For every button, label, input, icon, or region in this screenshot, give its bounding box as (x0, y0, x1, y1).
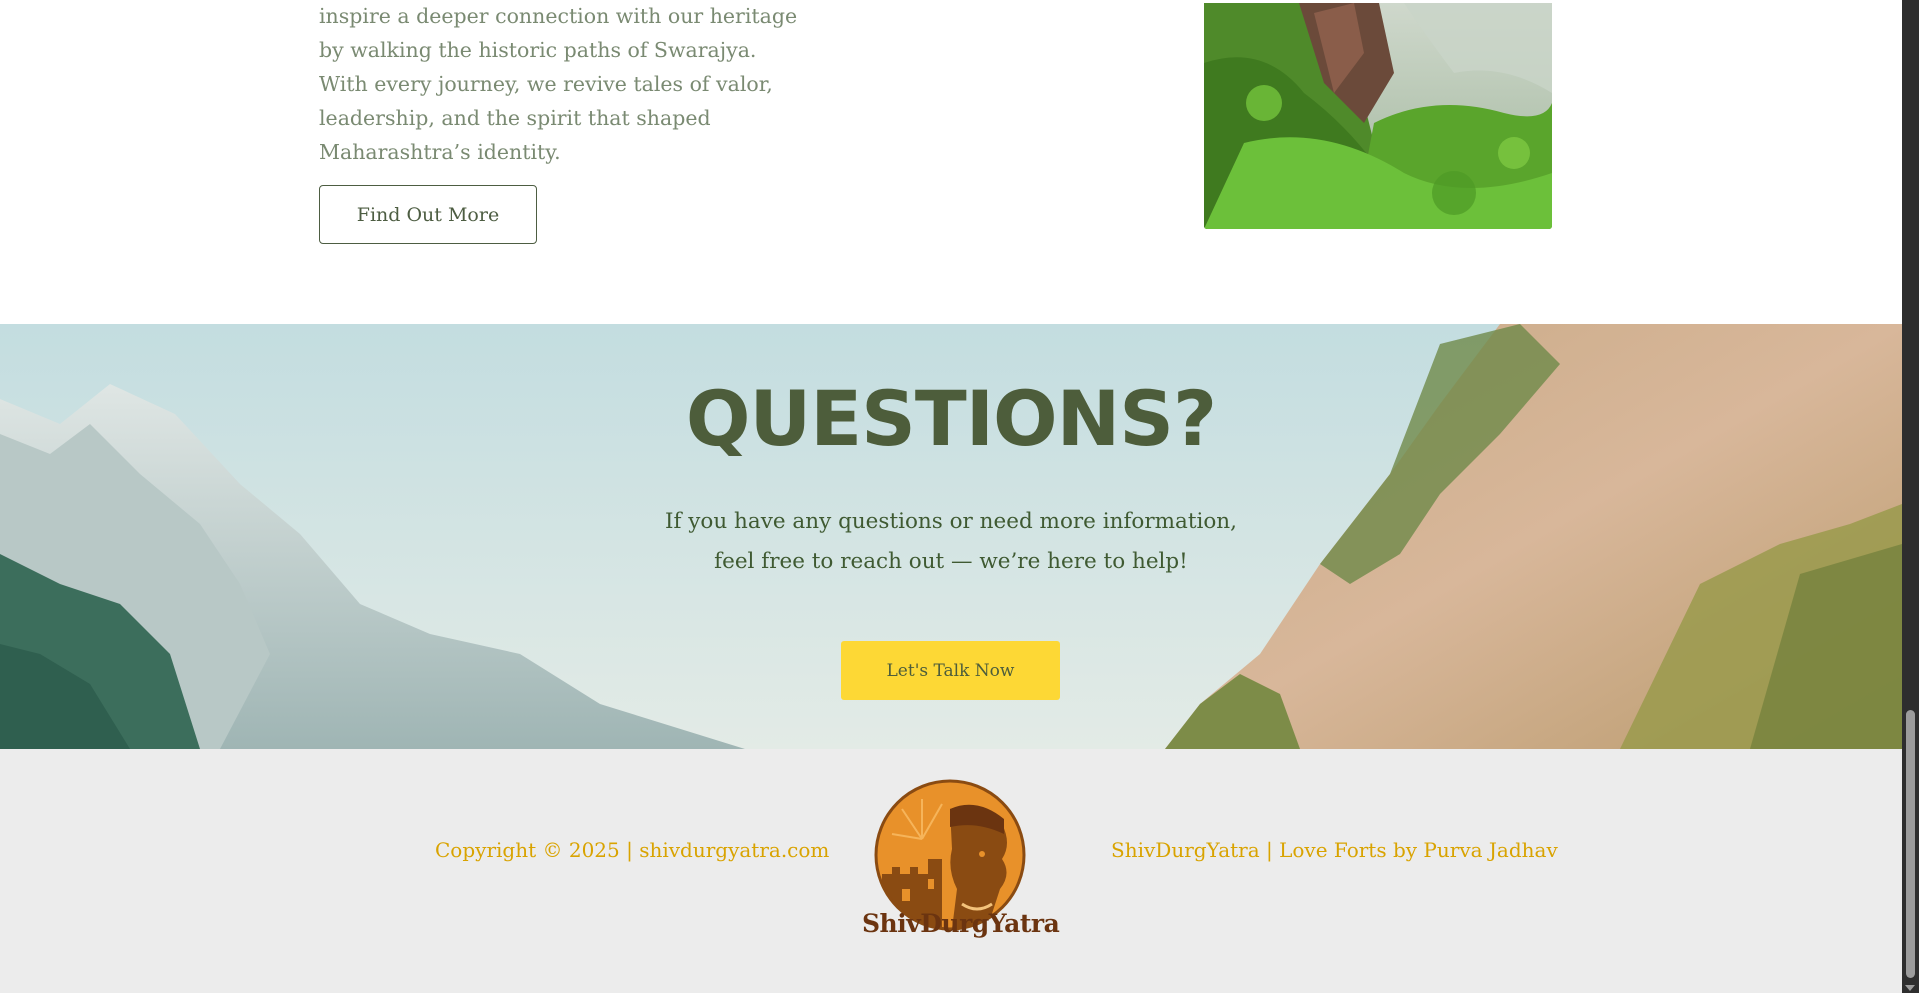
shivdurgyatra-logo[interactable]: ShivDurgYatra (862, 779, 1060, 939)
logo-wordmark: ShivDurgYatra (862, 909, 1060, 938)
questions-section: QUESTIONS? If you have any questions or … (0, 324, 1902, 749)
questions-heading: QUESTIONS? (685, 374, 1217, 463)
scroll-down-arrow-icon[interactable] (1905, 985, 1915, 991)
find-out-more-button[interactable]: Find Out More (319, 185, 537, 244)
about-section: inspire a deeper connection with our her… (0, 0, 1902, 324)
questions-text: If you have any questions or need more i… (665, 509, 1237, 574)
lets-talk-now-button[interactable]: Let's Talk Now (841, 641, 1060, 700)
fort-landscape-image (1204, 3, 1552, 229)
about-paragraph: inspire a deeper connection with our her… (319, 4, 798, 164)
scrollbar-thumb[interactable] (1906, 710, 1915, 978)
page-scrollbar[interactable] (1902, 0, 1919, 993)
footer: Copyright © 2025 | shivdurgyatra.com Shi… (0, 749, 1902, 993)
footer-credit: ShivDurgYatra | Love Forts by Purva Jadh… (1111, 838, 1558, 862)
footer-copyright[interactable]: Copyright © 2025 | shivdurgyatra.com (435, 838, 829, 862)
